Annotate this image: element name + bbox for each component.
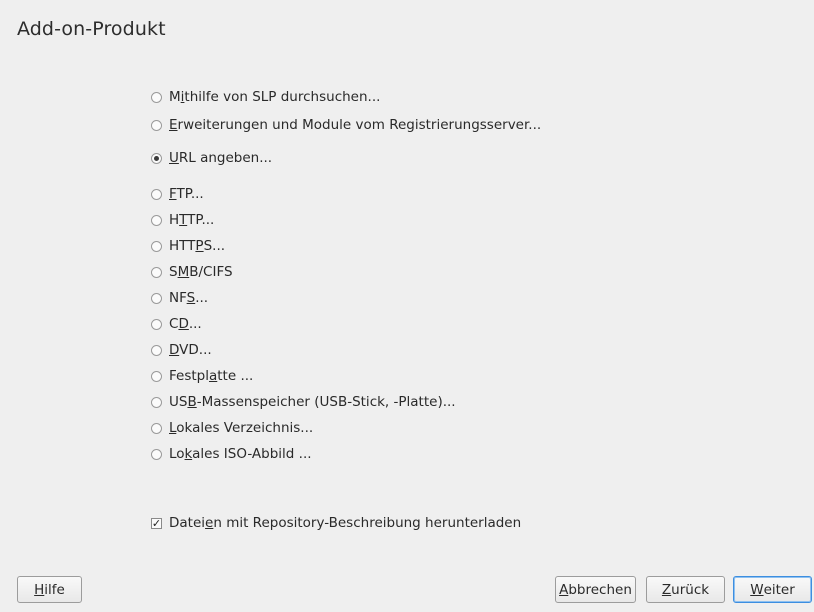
- option-label: CD...: [169, 316, 202, 332]
- radio-indicator[interactable]: [151, 152, 162, 164]
- option-label: FTP...: [169, 186, 204, 202]
- option-hard-disk[interactable]: Festplatte ...: [151, 366, 253, 386]
- download-repo-description-checkbox[interactable]: ✓ Dateien mit Repository-Beschreibung he…: [151, 513, 521, 533]
- radio-indicator[interactable]: [151, 396, 162, 408]
- option-smb-cifs[interactable]: SMB/CIFS: [151, 262, 233, 282]
- option-http[interactable]: HTTP...: [151, 210, 214, 230]
- back-button[interactable]: Zurück: [646, 576, 725, 603]
- option-label: DVD...: [169, 342, 212, 358]
- option-local-iso-image[interactable]: Lokales ISO-Abbild ...: [151, 444, 312, 464]
- checkmark-icon[interactable]: ✓: [151, 517, 162, 529]
- radio-indicator[interactable]: [151, 344, 162, 356]
- option-usb-mass-storage[interactable]: USB-Massenspeicher (USB-Stick, -Platte).…: [151, 392, 456, 412]
- option-cd[interactable]: CD...: [151, 314, 202, 334]
- option-label: Festplatte ...: [169, 368, 254, 384]
- checkbox-label: Dateien mit Repository-Beschreibung heru…: [169, 515, 522, 531]
- option-ftp[interactable]: FTP...: [151, 184, 204, 204]
- option-label: HTTPS...: [169, 238, 226, 254]
- option-local-directory[interactable]: Lokales Verzeichnis...: [151, 418, 313, 438]
- option-nfs[interactable]: NFS...: [151, 288, 208, 308]
- radio-indicator[interactable]: [151, 370, 162, 382]
- option-label: USB-Massenspeicher (USB-Stick, -Platte).…: [169, 394, 456, 410]
- option-registration-server-extensions[interactable]: Erweiterungen und Module vom Registrieru…: [151, 115, 541, 135]
- radio-indicator[interactable]: [151, 448, 162, 460]
- option-specify-url[interactable]: URL angeben...: [151, 148, 272, 168]
- option-https[interactable]: HTTPS...: [151, 236, 225, 256]
- option-label: Lokales ISO-Abbild ...: [169, 446, 312, 462]
- radio-indicator[interactable]: [151, 240, 162, 252]
- radio-indicator[interactable]: [151, 119, 162, 131]
- option-slp-search[interactable]: Mithilfe von SLP durchsuchen...: [151, 87, 380, 107]
- radio-indicator[interactable]: [151, 188, 162, 200]
- add-on-product-dialog: Add-on-Produkt Mithilfe von SLP durchsuc…: [0, 0, 814, 612]
- help-button[interactable]: Hilfe: [17, 576, 82, 603]
- option-label: Mithilfe von SLP durchsuchen...: [169, 89, 381, 105]
- radio-indicator[interactable]: [151, 292, 162, 304]
- option-label: Lokales Verzeichnis...: [169, 420, 314, 436]
- radio-indicator[interactable]: [151, 266, 162, 278]
- option-label: HTTP...: [169, 212, 215, 228]
- option-label: Erweiterungen und Module vom Registrieru…: [169, 117, 542, 133]
- radio-indicator[interactable]: [151, 318, 162, 330]
- next-button[interactable]: Weiter: [733, 576, 812, 603]
- radio-indicator[interactable]: [151, 214, 162, 226]
- radio-indicator[interactable]: [151, 422, 162, 434]
- option-label: SMB/CIFS: [169, 264, 233, 280]
- cancel-button[interactable]: Abbrechen: [555, 576, 636, 603]
- radio-indicator[interactable]: [151, 91, 162, 103]
- option-label: NFS...: [169, 290, 209, 306]
- option-dvd[interactable]: DVD...: [151, 340, 212, 360]
- page-title: Add-on-Produkt: [17, 18, 166, 40]
- option-label: URL angeben...: [169, 150, 273, 166]
